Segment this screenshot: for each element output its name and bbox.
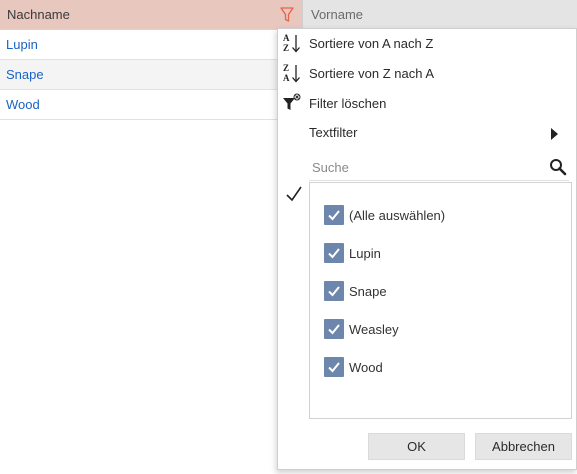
svg-text:Z: Z xyxy=(283,63,289,73)
sort-z-a-icon: Z A xyxy=(283,63,300,83)
menu-item-sort-descending[interactable]: Z A Sortiere von Z nach A xyxy=(278,59,576,87)
list-item-label: Snape xyxy=(349,283,387,299)
cell-nachname: Lupin xyxy=(6,37,38,52)
list-item-label: Wood xyxy=(349,359,383,375)
list-item-label: Lupin xyxy=(349,245,381,261)
cell-nachname: Snape xyxy=(6,67,44,82)
list-item-select-all[interactable]: (Alle auswählen) xyxy=(324,205,445,225)
search-icon[interactable] xyxy=(549,158,567,176)
triangle-right-icon xyxy=(551,128,558,140)
check-icon xyxy=(328,324,340,335)
checkmark-icon xyxy=(286,186,302,202)
table-row[interactable]: Snape xyxy=(0,60,302,90)
column-header-label: Nachname xyxy=(7,7,70,22)
list-item-label: Weasley xyxy=(349,321,399,337)
check-icon xyxy=(328,286,340,297)
check-icon xyxy=(328,362,340,373)
value-list: (Alle auswählen) Lupin Snape Weasley Woo… xyxy=(309,182,572,419)
menu-item-sort-ascending[interactable]: A Z Sortiere von A nach Z xyxy=(278,29,576,57)
column-header-label: Vorname xyxy=(311,7,364,22)
checkbox[interactable] xyxy=(324,357,344,377)
check-icon xyxy=(328,210,340,221)
list-item-label: (Alle auswählen) xyxy=(349,207,446,223)
list-item[interactable]: Weasley xyxy=(324,319,399,339)
checkbox[interactable] xyxy=(324,281,344,301)
check-icon xyxy=(328,248,340,259)
table-row[interactable]: Lupin xyxy=(0,30,302,60)
menu-item-label: Sortiere von Z nach A xyxy=(309,65,435,81)
svg-text:Z: Z xyxy=(283,43,289,53)
clear-filter-icon xyxy=(283,93,301,110)
search-input[interactable] xyxy=(312,157,532,177)
menu-item-text-filter[interactable]: Textfilter xyxy=(278,118,576,146)
column-header-vorname[interactable]: Vorname xyxy=(302,0,577,30)
filter-menu: A Z Sortiere von A nach Z Z A Sortiere v… xyxy=(277,28,577,470)
checkbox[interactable] xyxy=(324,243,344,263)
ok-button[interactable]: OK xyxy=(368,433,465,460)
list-item[interactable]: Wood xyxy=(324,357,383,377)
checkbox[interactable] xyxy=(324,319,344,339)
sort-a-z-icon: A Z xyxy=(283,33,300,53)
menu-item-label: Sortiere von A nach Z xyxy=(309,35,434,51)
svg-text:A: A xyxy=(283,33,290,43)
menu-item-label: Textfilter xyxy=(309,124,358,140)
table-row[interactable]: Wood xyxy=(0,90,302,120)
menu-item-clear-filter[interactable]: Filter löschen xyxy=(278,89,576,117)
menu-item-label: Filter löschen xyxy=(309,95,387,111)
checkbox[interactable] xyxy=(324,205,344,225)
list-item[interactable]: Lupin xyxy=(324,243,381,263)
search-box[interactable] xyxy=(309,151,569,181)
funnel-icon[interactable] xyxy=(280,7,294,23)
list-item[interactable]: Snape xyxy=(324,281,387,301)
cell-nachname: Wood xyxy=(6,97,40,112)
column-header-nachname[interactable]: Nachname xyxy=(0,0,302,30)
svg-text:A: A xyxy=(283,73,290,83)
cancel-button[interactable]: Abbrechen xyxy=(475,433,572,460)
